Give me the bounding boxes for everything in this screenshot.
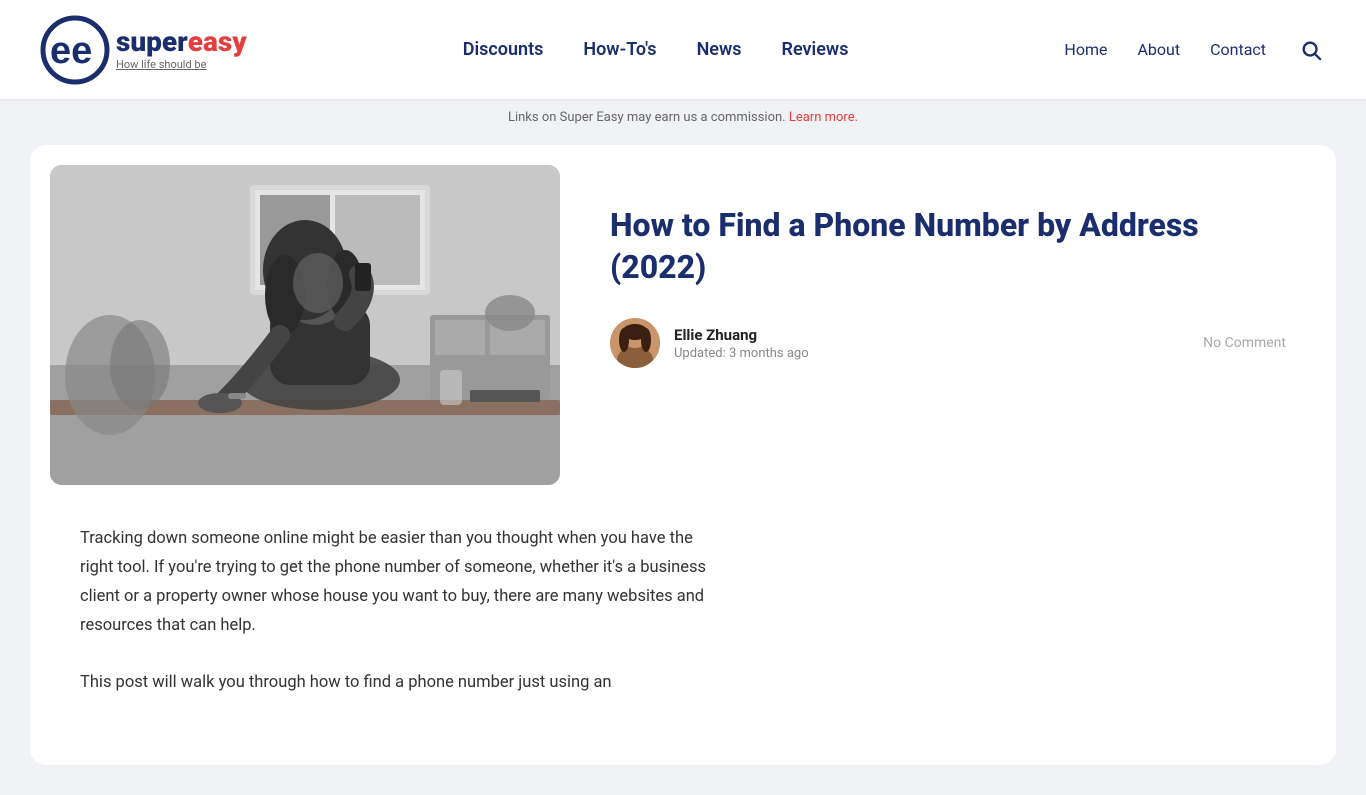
svg-text:ee: ee xyxy=(50,30,92,72)
article-image xyxy=(50,165,560,485)
learn-more-link[interactable]: Learn more. xyxy=(789,110,858,125)
search-icon xyxy=(1300,39,1322,61)
avatar xyxy=(610,318,660,368)
search-button[interactable] xyxy=(1296,35,1326,65)
nav-about[interactable]: About xyxy=(1137,40,1180,59)
nav-news[interactable]: News xyxy=(697,39,742,60)
commission-bar: Links on Super Easy may earn us a commis… xyxy=(0,100,1366,135)
author-name: Ellie Zhuang xyxy=(674,326,809,344)
author-details: Ellie Zhuang Updated: 3 months ago xyxy=(674,326,809,361)
article-title: How to Find a Phone Number by Address (2… xyxy=(610,205,1286,288)
author-row: Ellie Zhuang Updated: 3 months ago No Co… xyxy=(610,318,1286,368)
nav-home[interactable]: Home xyxy=(1064,40,1107,59)
author-info: Ellie Zhuang Updated: 3 months ago xyxy=(610,318,809,368)
nav-contact[interactable]: Contact xyxy=(1210,40,1266,59)
logo-text: super easy How life should be xyxy=(116,28,247,71)
article-paragraph-2: This post will walk you through how to f… xyxy=(80,669,730,698)
nav-howtos[interactable]: How-To's xyxy=(583,39,656,60)
author-updated: Updated: 3 months ago xyxy=(674,346,809,361)
logo-icon: ee xyxy=(40,15,110,85)
article-paragraph-1: Tracking down someone online might be ea… xyxy=(80,525,730,641)
secondary-navigation: Home About Contact xyxy=(1064,35,1326,65)
article-hero: How to Find a Phone Number by Address (2… xyxy=(30,145,1336,485)
logo-easy: easy xyxy=(188,28,247,56)
nav-discounts[interactable]: Discounts xyxy=(463,39,544,60)
comment-count: No Comment xyxy=(1203,335,1286,351)
logo-super: super xyxy=(116,28,188,56)
avatar-image xyxy=(610,318,660,368)
main-navigation: Discounts How-To's News Reviews xyxy=(463,39,849,60)
article-card: How to Find a Phone Number by Address (2… xyxy=(30,145,1336,765)
site-logo[interactable]: ee super easy How life should be xyxy=(40,15,247,85)
logo-tagline: How life should be xyxy=(116,58,247,71)
article-meta: How to Find a Phone Number by Address (2… xyxy=(560,145,1336,368)
nav-reviews[interactable]: Reviews xyxy=(782,39,849,60)
site-header: ee super easy How life should be Discoun… xyxy=(0,0,1366,100)
article-photo-svg xyxy=(50,165,560,485)
article-body: Tracking down someone online might be ea… xyxy=(30,485,780,697)
